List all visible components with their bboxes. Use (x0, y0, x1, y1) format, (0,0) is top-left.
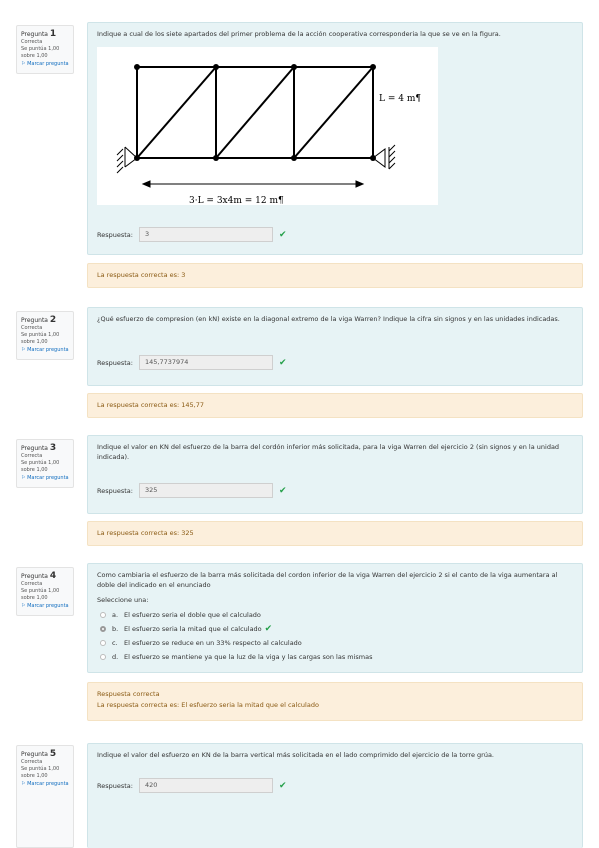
radio-c[interactable] (100, 640, 106, 646)
question-label: Pregunta (21, 751, 48, 758)
feedback-1: La respuesta correcta es: 3 (87, 263, 583, 288)
height-dimension-label: L = 4 m¶ (379, 94, 421, 104)
feedback-text: La respuesta correcta es: 325 (97, 529, 194, 537)
feedback-2: La respuesta correcta es: 145,77 (87, 393, 583, 418)
option-text: El esfuerzo se mantiene ya que la luz de… (124, 653, 373, 661)
answer-label: Respuesta: (97, 358, 133, 367)
feedback-4: Respuesta correcta La respuesta correcta… (87, 682, 583, 721)
question-score: Se puntúa 1,00 (21, 588, 60, 594)
option-a[interactable]: a. El esfuerzo seria el doble que el cal… (100, 608, 573, 622)
question-score: Se puntúa 1,00 (21, 332, 60, 338)
width-dimension-label: 3·L = 3x4m = 12 m¶ (189, 196, 284, 205)
question-label: Pregunta (21, 31, 48, 38)
question-label: Pregunta (21, 317, 48, 324)
question-text: Indique a cual de los siete apartados de… (97, 30, 501, 38)
correct-check-icon: ✔ (279, 357, 287, 368)
question-status: Correcta (21, 759, 43, 765)
question-text: Indique el valor en KN del esfuerzo de l… (97, 443, 560, 461)
warren-truss-diagram: L = 4 m¶ 3·L = 3x4m = 12 m¶ (116, 64, 421, 206)
question-total: sobre 1,00 (21, 53, 48, 59)
question-text: Indique el valor del esfuerzo en KN de l… (97, 751, 494, 759)
option-d[interactable]: d. El esfuerzo se mantiene ya que la luz… (100, 650, 573, 664)
answer-label: Respuesta: (97, 230, 133, 239)
question-number: 4 (49, 571, 57, 581)
question-text: ¿Qué esfuerzo de compresion (en kN) exis… (97, 315, 560, 323)
question-score: Se puntúa 1,00 (21, 460, 60, 466)
question-total: sobre 1,00 (21, 339, 48, 345)
flag-question-link[interactable]: ⚐ Marcar pregunta (21, 781, 69, 788)
feedback-text: La respuesta correcta es: El esfuerzo se… (97, 701, 319, 709)
flag-question-link[interactable]: ⚐ Marcar pregunta (21, 603, 69, 610)
question-total: sobre 1,00 (21, 467, 48, 473)
option-text: El esfuerzo seria el doble que el calcul… (124, 611, 261, 619)
answer-row: Respuesta: 420 ✔ (97, 778, 287, 793)
answer-row: Respuesta: 3 ✔ (97, 227, 287, 242)
option-text: El esfuerzo seria la mitad que el calcul… (124, 625, 262, 633)
correct-check-icon: ✔ (264, 624, 273, 634)
question-content-2: ¿Qué esfuerzo de compresion (en kN) exis… (87, 307, 583, 386)
feedback-title: Respuesta correcta (97, 690, 160, 698)
question-score: Se puntúa 1,00 (21, 766, 60, 772)
question-total: sobre 1,00 (21, 773, 48, 779)
question-label: Pregunta (21, 445, 48, 452)
question-status: Correcta (21, 581, 43, 587)
radio-d[interactable] (100, 654, 106, 660)
question-status: Correcta (21, 39, 43, 45)
question-info-2: Pregunta 2 Correcta Se puntúa 1,00 sobre… (16, 311, 74, 360)
question-content-5: Indique el valor del esfuerzo en KN de l… (87, 743, 583, 848)
question-content-3: Indique el valor en KN del esfuerzo de l… (87, 435, 583, 514)
question-number: 5 (49, 749, 57, 759)
question-label: Pregunta (21, 573, 48, 580)
flag-question-link[interactable]: ⚐ Marcar pregunta (21, 347, 69, 354)
option-letter: c. (112, 639, 118, 647)
select-prompt: Seleccione una: (97, 596, 149, 604)
question-text: Como cambiaria el esfuerzo de la barra m… (97, 571, 558, 589)
question-status: Correcta (21, 325, 43, 331)
option-letter: d. (112, 653, 119, 661)
option-b[interactable]: b. El esfuerzo seria la mitad que el cal… (100, 622, 573, 636)
question-number: 2 (49, 315, 57, 325)
answer-row: Respuesta: 325 ✔ (97, 483, 287, 498)
feedback-3: La respuesta correcta es: 325 (87, 521, 583, 546)
correct-check-icon: ✔ (279, 780, 287, 791)
answer-input[interactable]: 420 (139, 778, 273, 793)
question-info-1: Pregunta 1 Correcta Se puntúa 1,00 sobre… (16, 25, 74, 74)
question-status: Correcta (21, 453, 43, 459)
correct-check-icon: ✔ (279, 485, 287, 496)
option-text: El esfuerzo se reduce en un 33% respecto… (124, 639, 302, 647)
answer-input[interactable]: 145,7737974 (139, 355, 273, 370)
answer-row: Respuesta: 145,7737974 ✔ (97, 355, 287, 370)
answer-input[interactable]: 3 (139, 227, 273, 242)
answer-label: Respuesta: (97, 486, 133, 495)
question-info-4: Pregunta 4 Correcta Se puntúa 1,00 sobre… (16, 567, 74, 616)
radio-b-selected[interactable] (100, 626, 106, 632)
flag-question-link[interactable]: ⚐ Marcar pregunta (21, 61, 69, 68)
correct-check-icon: ✔ (279, 229, 287, 240)
answer-input[interactable]: 325 (139, 483, 273, 498)
radio-a[interactable] (100, 612, 106, 618)
question-number: 3 (49, 443, 57, 453)
question-score: Se puntúa 1,00 (21, 46, 60, 52)
option-letter: b. (112, 625, 119, 633)
question-info-3: Pregunta 3 Correcta Se puntúa 1,00 sobre… (16, 439, 74, 488)
flag-question-link[interactable]: ⚐ Marcar pregunta (21, 475, 69, 482)
option-letter: a. (112, 611, 119, 619)
question-content-1: Indique a cual de los siete apartados de… (87, 22, 583, 255)
question-number: 1 (49, 29, 57, 39)
question-total: sobre 1,00 (21, 595, 48, 601)
question-content-4: Como cambiaria el esfuerzo de la barra m… (87, 563, 583, 673)
truss-figure: L = 4 m¶ 3·L = 3x4m = 12 m¶ (97, 47, 438, 206)
feedback-text: La respuesta correcta es: 145,77 (97, 401, 205, 409)
option-c[interactable]: c. El esfuerzo se reduce en un 33% respe… (100, 636, 573, 650)
feedback-text: La respuesta correcta es: 3 (97, 271, 186, 279)
answer-label: Respuesta: (97, 781, 133, 790)
question-info-5: Pregunta 5 Correcta Se puntúa 1,00 sobre… (16, 745, 74, 848)
